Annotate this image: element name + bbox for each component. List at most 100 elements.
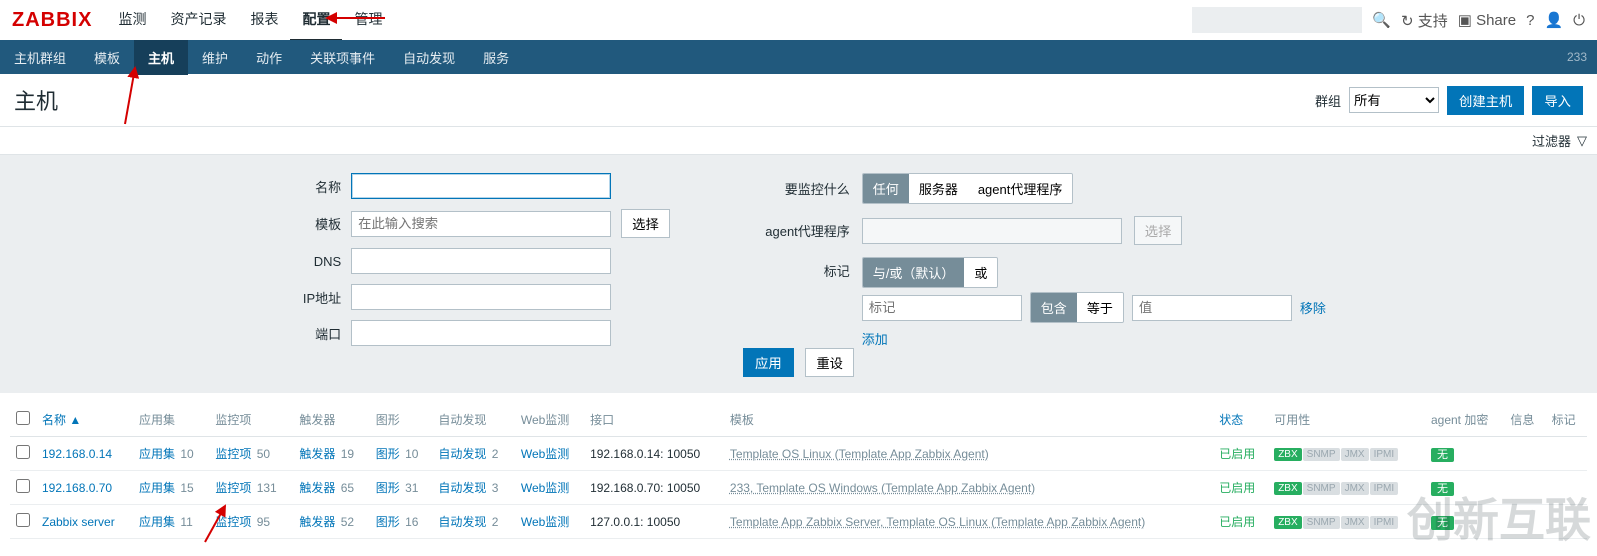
filter-tag-add[interactable]: 添加 xyxy=(862,332,888,347)
col-status[interactable]: 状态 xyxy=(1213,403,1268,437)
subnav-item-5[interactable]: 关联项事件 xyxy=(296,40,389,75)
row-checkbox[interactable] xyxy=(16,513,30,527)
user-icon[interactable]: 👤 xyxy=(1544,11,1563,29)
tag-match-opt-0[interactable]: 包含 xyxy=(1031,293,1077,322)
col-name[interactable]: 名称 ▲ xyxy=(36,403,133,437)
select-all-checkbox[interactable] xyxy=(16,411,30,425)
col-templates: 模板 xyxy=(724,403,1213,437)
availability-cell: ZBXSNMPJMXIPMI xyxy=(1268,471,1425,505)
subnav-item-7[interactable]: 服务 xyxy=(469,40,523,75)
filter-agent-proxy-label: agent代理程序 xyxy=(750,221,850,240)
status-link[interactable]: 已启用 xyxy=(1219,481,1255,495)
filter-agent-proxy-select-button: 选择 xyxy=(1134,216,1183,245)
topnav-item-0[interactable]: 监测 xyxy=(106,0,158,42)
search-icon[interactable]: 🔍 xyxy=(1372,11,1391,29)
host-name-link[interactable]: 192.168.0.14 xyxy=(42,447,112,461)
filter-dns-label: DNS xyxy=(271,254,341,269)
discovery-link[interactable]: 自动发现 xyxy=(438,481,486,495)
filter-tag-remove[interactable]: 移除 xyxy=(1300,298,1326,317)
col-tags: 标记 xyxy=(1546,403,1587,437)
page-title: 主机 xyxy=(14,84,58,116)
discovery-link[interactable]: 自动发现 xyxy=(438,447,486,461)
row-checkbox[interactable] xyxy=(16,445,30,459)
support-link[interactable]: ↻ 支持 xyxy=(1401,10,1448,31)
apps-link[interactable]: 应用集 xyxy=(139,515,175,529)
share-label: Share xyxy=(1476,12,1516,29)
annotation-arrow-items xyxy=(200,502,240,552)
encryption-badge: 无 xyxy=(1431,516,1454,530)
filter-monitor-seg: 任何服务器agent代理程序 xyxy=(862,173,1074,204)
host-name-link[interactable]: Zabbix server xyxy=(42,515,115,529)
host-name-link[interactable]: 192.168.0.70 xyxy=(42,481,112,495)
filter-right: 要监控什么 任何服务器agent代理程序 agent代理程序 选择 标记 与/或… xyxy=(750,173,1326,348)
monitor-opt-1[interactable]: 服务器 xyxy=(909,174,968,203)
web-link[interactable]: Web监测 xyxy=(521,447,569,461)
share-link[interactable]: ▣ Share xyxy=(1458,11,1516,29)
filter-tag-value-input[interactable] xyxy=(1132,295,1292,321)
topnav-item-4[interactable]: 管理 xyxy=(342,0,394,42)
graphs-link[interactable]: 图形 xyxy=(376,515,400,529)
host-row: 192.168.0.70应用集 15监控项 131触发器 65图形 31自动发现… xyxy=(10,471,1587,505)
filter-port-input[interactable] xyxy=(351,320,611,346)
topnav-right: 🔍 ↻ 支持 ▣ Share ? 👤 ⏻ xyxy=(1192,7,1585,33)
filter-apply-button[interactable]: 应用 xyxy=(743,348,794,377)
items-link[interactable]: 监控项 xyxy=(215,481,251,495)
filter-icon: ▽ xyxy=(1577,133,1587,149)
apps-link[interactable]: 应用集 xyxy=(139,447,175,461)
filter-reset-button[interactable]: 重设 xyxy=(805,348,854,377)
subnav-item-3[interactable]: 维护 xyxy=(188,40,242,75)
topnav-item-1[interactable]: 资产记录 xyxy=(158,0,238,42)
topnav-item-2[interactable]: 报表 xyxy=(238,0,290,42)
discovery-link[interactable]: 自动发现 xyxy=(438,515,486,529)
graphs-link[interactable]: 图形 xyxy=(376,481,400,495)
items-link[interactable]: 监控项 xyxy=(215,447,251,461)
triggers-link[interactable]: 触发器 xyxy=(299,447,335,461)
group-label: 群组 xyxy=(1315,91,1341,110)
filter-template-label: 模板 xyxy=(271,214,341,233)
group-select[interactable]: 所有 xyxy=(1349,87,1439,113)
triggers-link[interactable]: 触发器 xyxy=(299,481,335,495)
filter-template-select-button[interactable]: 选择 xyxy=(621,209,670,238)
hosts-table-head: 名称 ▲ 应用集 监控项 触发器 图形 自动发现 Web监测 接口 模板 状态 … xyxy=(10,403,1587,437)
status-link[interactable]: 已启用 xyxy=(1219,515,1255,529)
col-availability: 可用性 xyxy=(1268,403,1425,437)
topnav-item-3[interactable]: 配置 xyxy=(290,0,342,42)
row-checkbox[interactable] xyxy=(16,479,30,493)
web-link[interactable]: Web监测 xyxy=(521,515,569,529)
filter-tag-key-input[interactable] xyxy=(862,295,1022,321)
web-link[interactable]: Web监测 xyxy=(521,481,569,495)
triggers-link[interactable]: 触发器 xyxy=(299,515,335,529)
power-icon[interactable]: ⏻ xyxy=(1573,12,1585,29)
col-info: 信息 xyxy=(1504,403,1545,437)
global-search-input[interactable] xyxy=(1192,7,1362,33)
tags-mode-opt-0[interactable]: 与/或（默认） xyxy=(863,258,965,287)
subnav-item-6[interactable]: 自动发现 xyxy=(389,40,469,75)
subnav-item-4[interactable]: 动作 xyxy=(242,40,296,75)
help-icon[interactable]: ? xyxy=(1526,12,1534,29)
status-link[interactable]: 已启用 xyxy=(1219,447,1255,461)
monitor-opt-0[interactable]: 任何 xyxy=(863,174,909,203)
top-nav: ZABBIX 监测资产记录报表配置管理 🔍 ↻ 支持 ▣ Share ? 👤 ⏻ xyxy=(0,0,1597,40)
graphs-link[interactable]: 图形 xyxy=(376,447,400,461)
filter-form: 名称 模板 选择 DNS IP地址 端口 要监控什么 任何服务器ag xyxy=(0,155,1597,362)
filter-template-input[interactable] xyxy=(351,211,611,237)
templates-cell: Template App Zabbix Server, Template OS … xyxy=(724,505,1213,539)
filter-dns-input[interactable] xyxy=(351,248,611,274)
filter-tags-mode-seg: 与/或（默认）或 xyxy=(862,257,999,288)
filter-name-input[interactable] xyxy=(351,173,611,199)
interface-cell: 127.0.0.1: 10050 xyxy=(584,505,724,539)
tags-mode-opt-1[interactable]: 或 xyxy=(964,258,997,287)
encryption-badge: 无 xyxy=(1431,482,1454,496)
tag-match-opt-1[interactable]: 等于 xyxy=(1077,293,1123,322)
host-row: Zabbix server应用集 11监控项 95触发器 52图形 16自动发现… xyxy=(10,505,1587,539)
subnav-item-0[interactable]: 主机群组 xyxy=(0,40,80,75)
import-button[interactable]: 导入 xyxy=(1532,86,1583,115)
col-web: Web监测 xyxy=(515,403,584,437)
filter-ip-input[interactable] xyxy=(351,284,611,310)
create-host-button[interactable]: 创建主机 xyxy=(1447,86,1524,115)
page-header-actions: 群组 所有 创建主机 导入 xyxy=(1315,86,1583,115)
filter-toggle[interactable]: 过滤器 ▽ xyxy=(1532,131,1587,150)
apps-link[interactable]: 应用集 xyxy=(139,481,175,495)
interface-cell: 192.168.0.14: 10050 xyxy=(584,437,724,471)
monitor-opt-2[interactable]: agent代理程序 xyxy=(968,174,1073,203)
